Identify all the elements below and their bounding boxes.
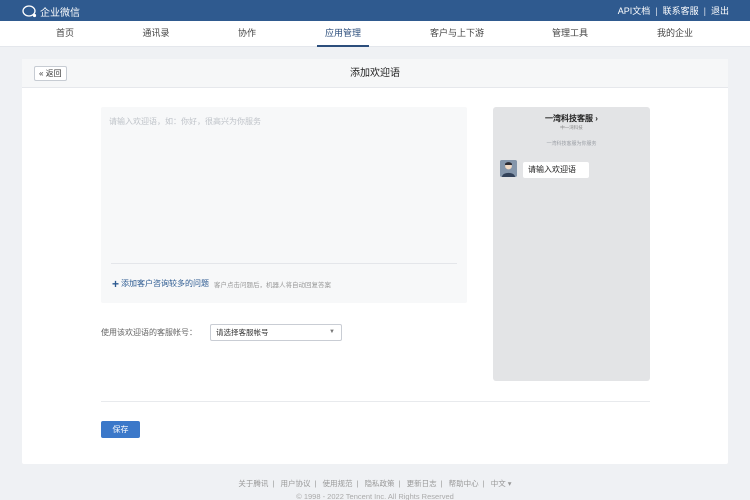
preview-message-bubble: 请输入欢迎语 [523,162,589,178]
footer: 关于腾讯 | 用户协议 | 使用规范 | 隐私政策 | 更新日志 | 帮助中心 | 中文 ▾ [0,478,750,489]
separator: | [272,479,275,488]
avatar [500,160,517,177]
preview-account-sub: 中一湾科技 [560,125,583,130]
separator: | [440,479,443,488]
welcome-message-editor[interactable]: 请输入欢迎语，如：你好，很高兴为你服务 + 添加客户咨询较多的问题 客户点击问题… [101,107,467,303]
footer-link-user-agreement[interactable]: 用户协议 [280,479,310,488]
select-value: 请选择客服帐号 [216,328,269,337]
add-faq-label: 添加客户咨询较多的问题 [121,279,210,288]
top-bar: 企业微信 API文档 | 联系客服 | 退出 [0,0,750,21]
plus-icon: + [112,276,120,291]
brand[interactable]: 企业微信 [22,4,80,19]
separator: | [655,5,658,16]
divider [111,263,457,264]
footer-link-about[interactable]: 关于腾讯 [238,479,268,488]
wecom-logo-icon [22,4,37,17]
footer-link-help[interactable]: 帮助中心 [449,479,479,488]
chat-preview: 一湾科技客服 › 中一湾科技 一湾科技客服为你服务 请输入欢迎语 [493,107,650,381]
nav-item-my-enterprise[interactable]: 我的企业 [649,21,701,47]
separator: | [314,479,317,488]
logout-link[interactable]: 退出 [711,4,729,17]
nav-item-home[interactable]: 首页 [48,21,82,47]
copyright: © 1998 - 2022 Tencent Inc. All Rights Re… [296,492,454,500]
card-header: « 返回 添加欢迎语 [22,59,728,88]
main-nav: 首页 通讯录 协作 应用管理 客户与上下游 管理工具 我的企业 [0,21,750,47]
content-card: « 返回 添加欢迎语 请输入欢迎语，如：你好，很高兴为你服务 + 添加客户咨询较… [22,59,728,464]
api-docs-link[interactable]: API文档 [618,4,651,17]
add-faq-link[interactable]: + 添加客户咨询较多的问题 客户点击问题后，机器人将自动回复答案 [112,276,332,291]
top-links: API文档 | 联系客服 | 退出 [618,4,729,17]
nav-item-customers[interactable]: 客户与上下游 [422,21,492,47]
preview-account-name: 一湾科技客服 › [545,114,598,123]
faq-hint: 客户点击问题后，机器人将自动回复答案 [214,281,332,289]
avatar-image-icon [500,160,517,177]
language-select[interactable]: 中文 ▾ [491,479,512,488]
footer-link-usage-rules[interactable]: 使用规范 [323,479,353,488]
contact-support-link[interactable]: 联系客服 [663,4,699,17]
divider [101,401,650,402]
nav-item-app-management[interactable]: 应用管理 [316,21,370,47]
nav-item-contacts[interactable]: 通讯录 [134,21,177,47]
separator: | [356,479,359,488]
separator: | [482,479,485,488]
footer-link-privacy[interactable]: 隐私政策 [365,479,395,488]
editor-placeholder: 请输入欢迎语，如：你好，很高兴为你服务 [109,117,261,126]
nav-item-management-tools[interactable]: 管理工具 [544,21,596,47]
footer-link-changelog[interactable]: 更新日志 [407,479,437,488]
separator: | [703,5,706,16]
separator: | [398,479,401,488]
account-label: 使用该欢迎语的客服帐号： [101,328,197,337]
save-button[interactable]: 保存 [101,421,140,438]
nav-item-collaboration[interactable]: 协作 [230,21,264,47]
preview-description: 一湾科技客服为你服务 [546,141,597,147]
brand-name: 企业微信 [40,7,80,19]
chevron-down-icon: ▼ [329,329,335,335]
service-account-select[interactable]: 请选择客服帐号 ▼ [210,324,342,341]
page-title: 添加欢迎语 [350,68,400,79]
